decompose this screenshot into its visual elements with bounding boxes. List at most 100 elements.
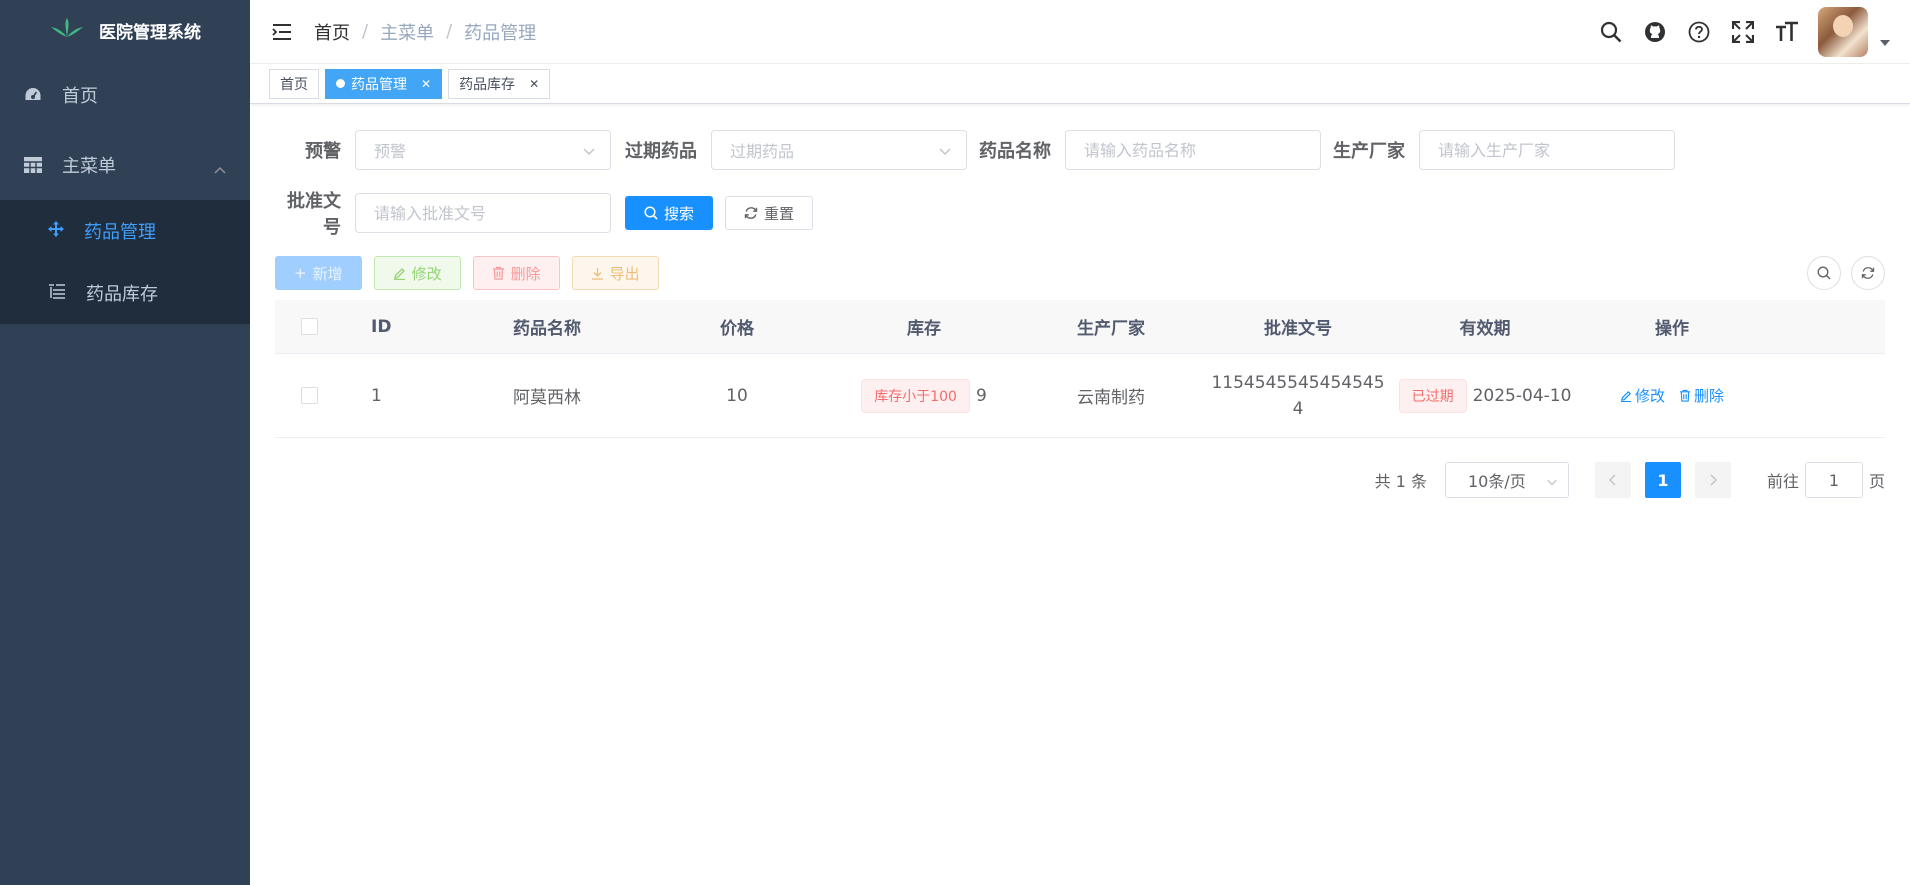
row-delete-label: 删除	[1694, 387, 1725, 405]
row-checkbox[interactable]	[300, 387, 318, 404]
warning-select[interactable]: 预警	[355, 130, 611, 170]
delete-icon	[492, 266, 504, 280]
navbar: 首页 / 主菜单 / 药品管理	[250, 0, 1910, 64]
search-button[interactable]: 搜索	[625, 196, 714, 230]
row-delete-button[interactable]: 删除	[1679, 385, 1724, 406]
edit-icon	[393, 267, 405, 280]
cell-maker: 云南制药	[1077, 388, 1145, 408]
warning-label: 预警	[305, 141, 341, 162]
menu-fold-icon[interactable]	[270, 20, 294, 44]
toolbar: + 新增 修改 删除 导出	[275, 256, 659, 290]
tag-label: 药品库存	[459, 76, 516, 93]
breadcrumb-separator: /	[362, 21, 369, 42]
column-header-approval: 批准文号	[1264, 319, 1332, 339]
page-size-select[interactable]: 10条/页	[1444, 462, 1569, 498]
avatar[interactable]	[1818, 7, 1868, 57]
toggle-search-button[interactable]	[1807, 256, 1841, 290]
breadcrumb-current: 药品管理	[464, 22, 537, 44]
expired-select[interactable]: 过期药品	[711, 130, 967, 170]
refresh-icon	[744, 207, 758, 219]
delete-button-label: 删除	[510, 264, 541, 283]
chevron-down-icon	[582, 143, 596, 162]
expired-label: 过期药品	[625, 141, 697, 162]
cell-approval: 1154545545454545 4	[1171, 370, 1425, 422]
refresh-table-button[interactable]	[1851, 256, 1885, 290]
edit-button[interactable]: 修改	[373, 256, 461, 290]
table-row: 1 阿莫西林 10 库存小于100 9 云南制药 115454554545454…	[275, 354, 1885, 438]
tag-home[interactable]: 首页	[269, 68, 319, 99]
sidebar-item-drug-inventory[interactable]: 药品库存	[0, 262, 250, 324]
page-unit-label: 页	[1868, 472, 1885, 491]
page-number-current[interactable]: 1	[1644, 462, 1681, 498]
breadcrumb-home[interactable]: 首页	[314, 19, 350, 45]
sidebar: 医院管理系统 首页 主菜单 药品管理 药品库存	[0, 0, 250, 885]
approval-line-1: 1154545545454545	[1211, 372, 1385, 393]
search-icon[interactable]	[1598, 19, 1624, 45]
plus-icon: +	[294, 264, 307, 282]
sidebar-item-main-menu[interactable]: 主菜单	[0, 130, 250, 200]
font-size-icon[interactable]	[1774, 19, 1800, 45]
breadcrumb-main-menu: 主菜单	[380, 22, 435, 44]
tag-label: 首页	[280, 76, 308, 93]
drug-name-input[interactable]	[1065, 130, 1321, 170]
pagination-total: 共 1 条	[1374, 472, 1427, 491]
cell-stock: 库存小于100 9	[797, 378, 1051, 413]
drug-table: ID 药品名称 价格 库存 生产厂家 批准文号 有效期 操作 1 阿莫西林 10…	[275, 300, 1885, 438]
maker-input[interactable]	[1419, 130, 1675, 170]
chevron-down-icon	[1546, 473, 1558, 492]
breadcrumb: 首页 / 主菜单 / 药品管理	[314, 19, 536, 45]
approval-line-2: 4	[1292, 398, 1304, 419]
column-header-actions: 操作	[1655, 319, 1689, 339]
delete-icon	[1679, 389, 1691, 402]
logo-area: 医院管理系统	[0, 0, 250, 60]
filter-row-1: 预警 预警 过期药品 过期药品 药品名称 生产厂家	[275, 130, 1675, 170]
cell-actions: 修改 删除	[1545, 385, 1799, 406]
cell-name: 阿莫西林	[513, 388, 581, 408]
table-header: ID 药品名称 价格 库存 生产厂家 批准文号 有效期 操作	[275, 300, 1885, 354]
warning-placeholder: 预警	[374, 142, 407, 161]
page-size-value: 10条/页	[1467, 472, 1526, 491]
row-edit-button[interactable]: 修改	[1620, 385, 1665, 406]
row-edit-label: 修改	[1634, 387, 1665, 405]
tag-drug-inventory[interactable]: 药品库存 ✕	[448, 68, 551, 99]
breadcrumb-separator: /	[446, 21, 453, 42]
chevron-right-icon	[1710, 474, 1718, 486]
logo-icon	[49, 17, 85, 43]
close-icon[interactable]: ✕	[421, 77, 431, 91]
search-button-label: 搜索	[664, 204, 695, 223]
export-button[interactable]: 导出	[571, 256, 659, 290]
fullscreen-icon[interactable]	[1730, 19, 1756, 45]
help-icon[interactable]	[1686, 19, 1712, 45]
page-jumper: 前往 页	[1767, 462, 1885, 498]
chevron-down-icon	[938, 143, 952, 162]
toolbar-right	[1807, 256, 1885, 290]
table-icon	[24, 156, 42, 174]
tag-drug-management[interactable]: 药品管理 ✕	[325, 68, 443, 99]
delete-button[interactable]: 删除	[472, 256, 560, 290]
sidebar-item-label: 药品库存	[86, 284, 158, 305]
tag-label: 药品管理	[351, 76, 407, 93]
submenu: 药品管理 药品库存	[0, 200, 250, 324]
goto-page-input[interactable]	[1804, 462, 1863, 498]
caret-down-icon[interactable]	[1880, 40, 1890, 46]
tags-view: 首页 药品管理 ✕ 药品库存 ✕	[250, 64, 1910, 104]
name-label: 药品名称	[979, 141, 1051, 162]
next-page-button[interactable]	[1694, 462, 1731, 498]
sidebar-item-drug-management[interactable]: 药品管理	[0, 200, 250, 262]
select-all-checkbox[interactable]	[300, 318, 318, 335]
close-icon[interactable]: ✕	[529, 77, 539, 91]
prev-page-button[interactable]	[1594, 462, 1631, 498]
app-title: 医院管理系统	[99, 22, 201, 43]
add-button[interactable]: + 新增	[275, 256, 362, 290]
github-icon[interactable]	[1642, 19, 1668, 45]
sidebar-item-label: 主菜单	[62, 156, 116, 177]
reset-button[interactable]: 重置	[725, 196, 814, 230]
sidebar-item-home[interactable]: 首页	[0, 60, 250, 130]
column-header-name: 药品名称	[513, 319, 581, 339]
expired-badge: 已过期	[1398, 378, 1467, 413]
column-header-expiry: 有效期	[1459, 319, 1511, 339]
approval-number-input[interactable]	[355, 193, 611, 233]
active-dot-icon	[336, 79, 345, 88]
add-button-label: 新增	[312, 264, 343, 283]
pagination: 共 1 条 10条/页 1 前往 页	[1375, 462, 1885, 498]
